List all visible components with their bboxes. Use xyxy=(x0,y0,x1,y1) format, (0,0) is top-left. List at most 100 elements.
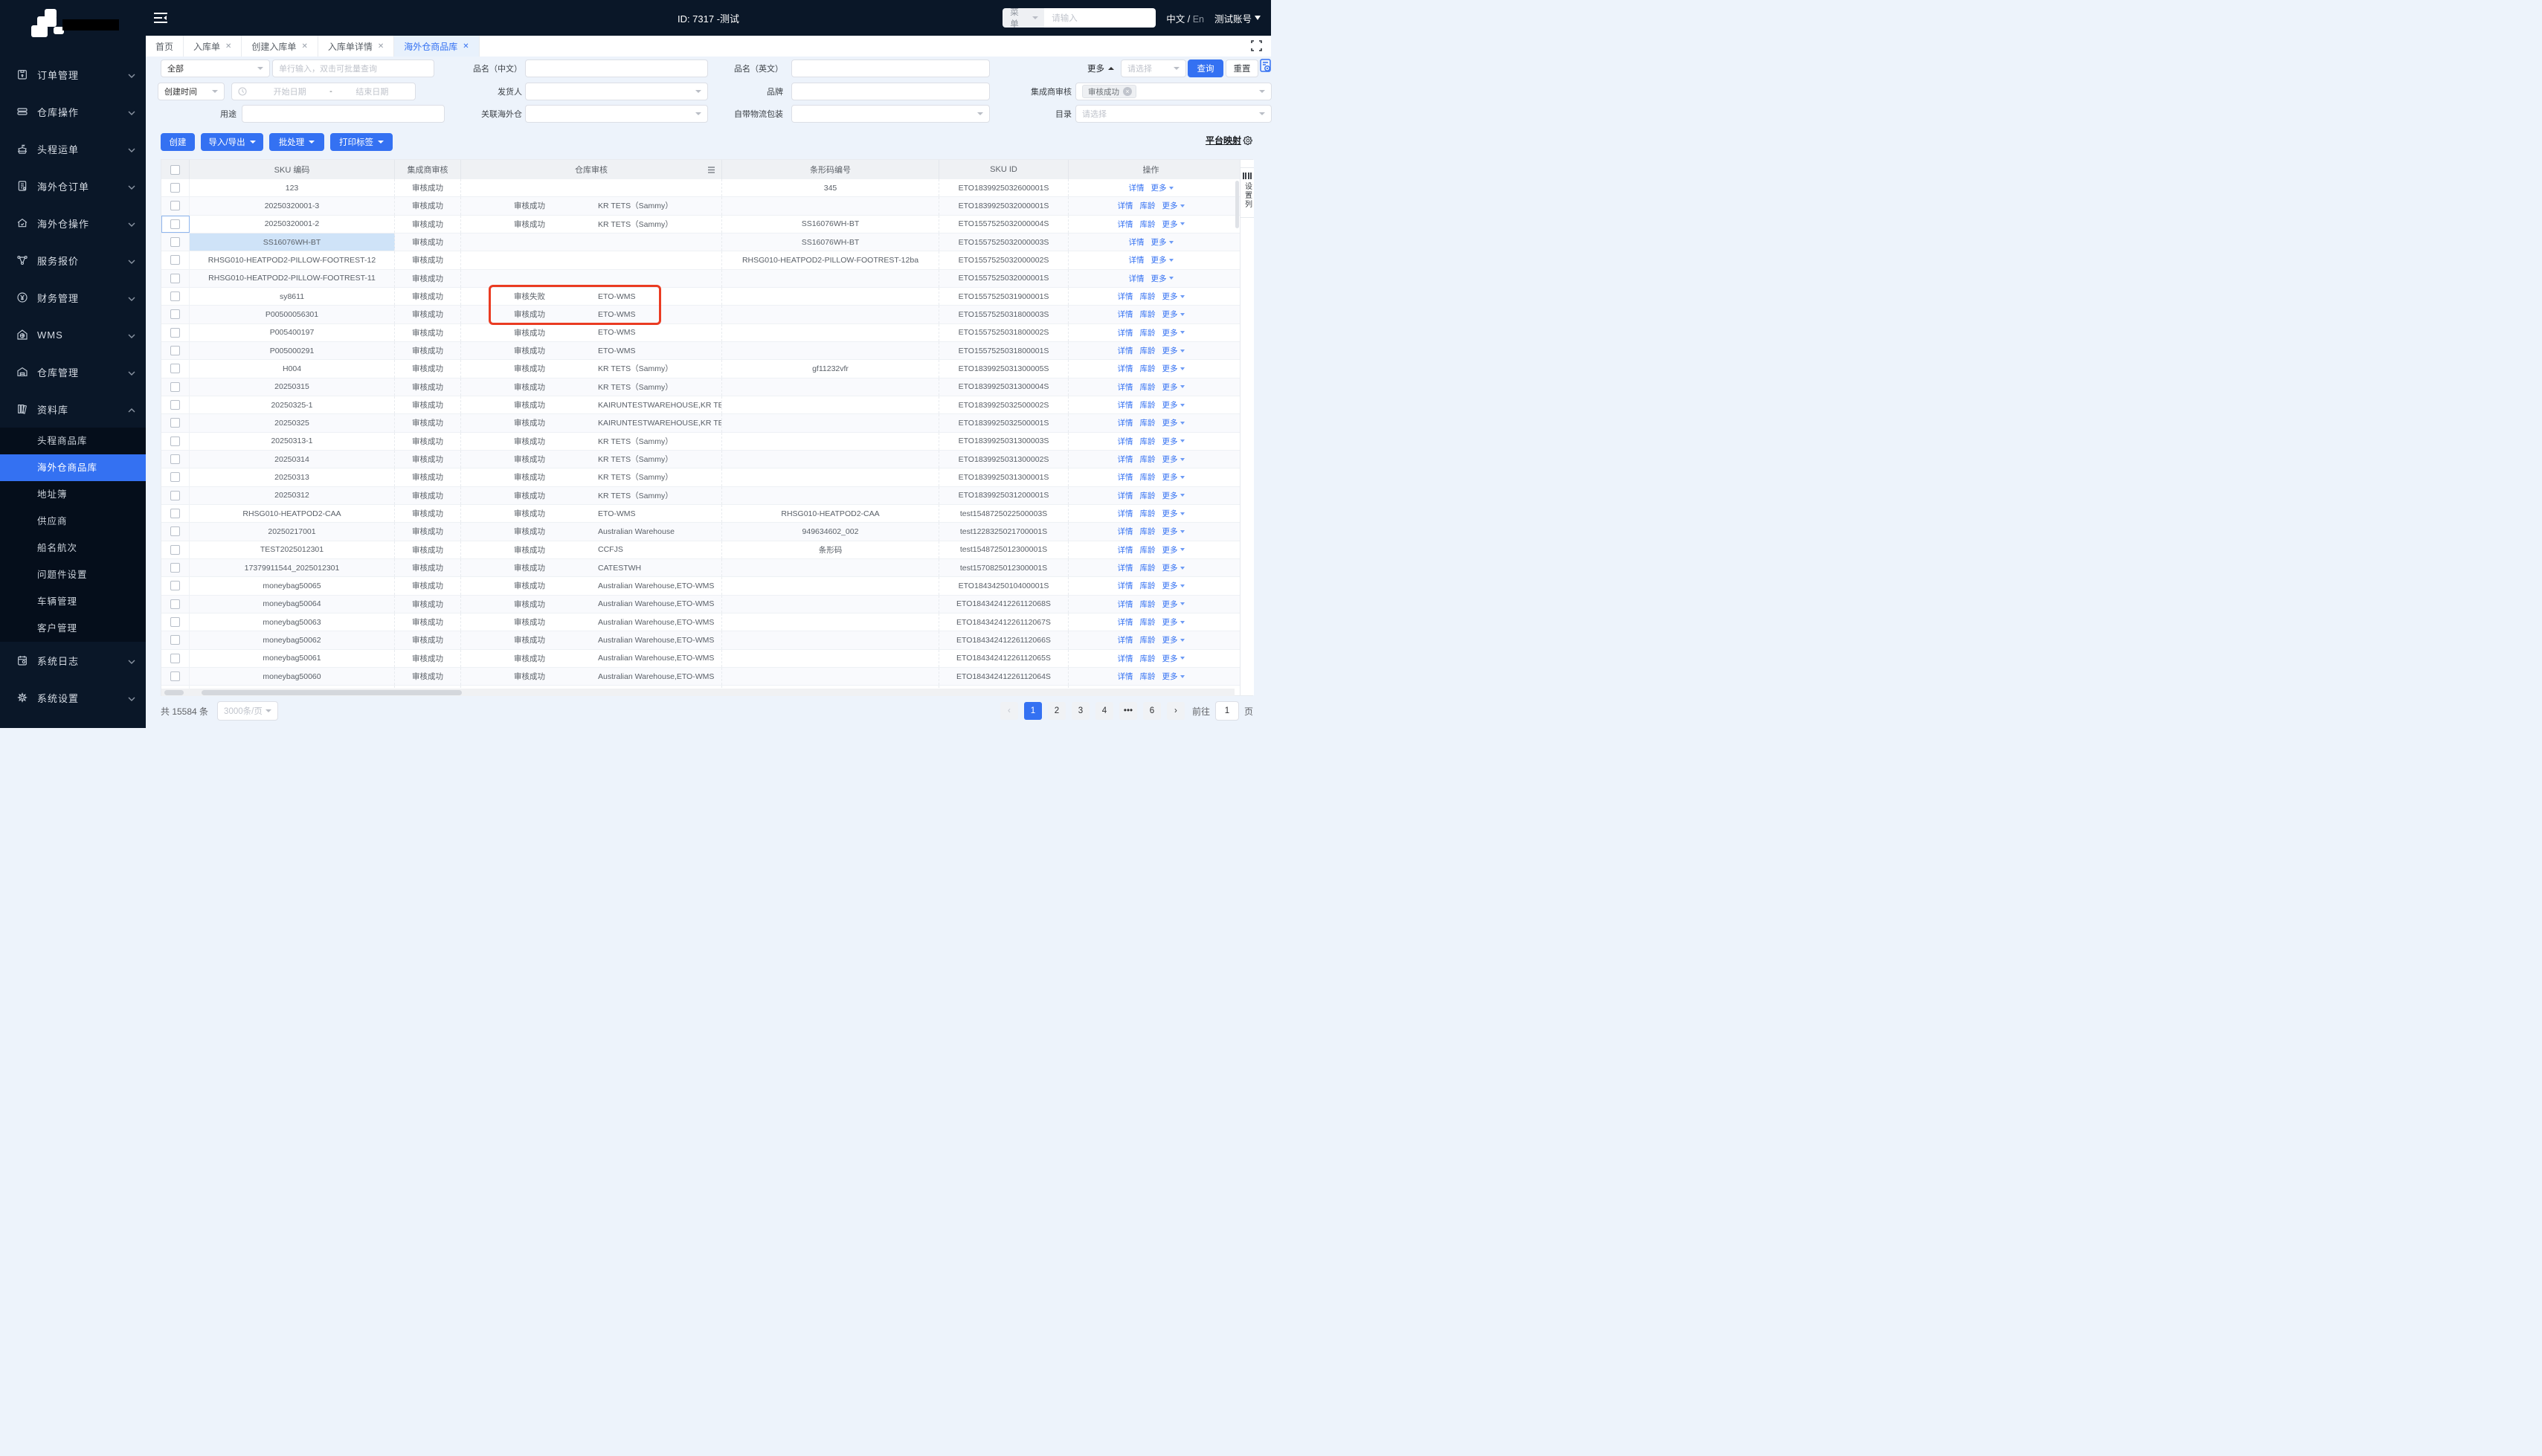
sku-code-cell[interactable]: SS16076WH-BT xyxy=(190,233,395,251)
page-button-6[interactable]: 6 xyxy=(1142,702,1161,720)
page-button-3[interactable]: 3 xyxy=(1071,702,1090,720)
sidebar-item-system-settings[interactable]: 系统设置 xyxy=(0,679,146,716)
sku-code-cell[interactable]: 20250314 xyxy=(190,450,395,468)
create-button[interactable]: 创建 xyxy=(161,133,195,151)
action-link-详情[interactable]: 详情 xyxy=(1118,345,1133,356)
language-switcher[interactable]: 中文 / En xyxy=(1166,11,1204,25)
action-link-更多[interactable]: 更多 xyxy=(1162,436,1185,447)
row-checkbox-cell[interactable] xyxy=(161,341,190,360)
tag-close-icon[interactable]: × xyxy=(1123,87,1132,96)
action-link-详情[interactable]: 详情 xyxy=(1118,417,1133,428)
action-link-详情[interactable]: 详情 xyxy=(1118,653,1133,664)
row-checkbox-cell[interactable] xyxy=(161,360,190,378)
action-link-更多[interactable]: 更多 xyxy=(1162,562,1185,573)
action-link-详情[interactable]: 详情 xyxy=(1118,381,1133,393)
action-link-详情[interactable]: 详情 xyxy=(1118,436,1133,447)
action-link-更多[interactable]: 更多 xyxy=(1162,526,1185,537)
date-range-input[interactable]: 开始日期 - 结束日期 xyxy=(231,83,416,100)
action-link-更多[interactable]: 更多 xyxy=(1162,291,1185,302)
action-link-详情[interactable]: 详情 xyxy=(1118,471,1133,483)
action-link-库龄[interactable]: 库龄 xyxy=(1140,634,1156,645)
reset-button[interactable]: 重置 xyxy=(1226,59,1258,77)
packaging-select[interactable] xyxy=(791,105,990,123)
action-link-更多[interactable]: 更多 xyxy=(1162,454,1185,465)
action-link-库龄[interactable]: 库龄 xyxy=(1140,616,1156,628)
sku-code-cell[interactable]: moneybag50063 xyxy=(190,613,395,631)
tab-close-icon[interactable]: ✕ xyxy=(301,42,307,51)
action-link-详情[interactable]: 详情 xyxy=(1118,200,1133,211)
action-link-更多[interactable]: 更多 xyxy=(1151,273,1174,284)
sku-code-cell[interactable]: P00500056301 xyxy=(190,306,395,323)
name-en-input[interactable] xyxy=(791,59,990,77)
sidebar-subitem[interactable]: 地址簿 xyxy=(0,481,146,508)
sku-code-cell[interactable]: moneybag50061 xyxy=(190,649,395,667)
name-cn-input[interactable] xyxy=(525,59,708,77)
brand-input[interactable] xyxy=(791,83,990,100)
page-ellipsis[interactable]: ••• xyxy=(1119,702,1137,720)
sidebar-subitem[interactable]: 客户管理 xyxy=(0,615,146,642)
action-link-更多[interactable]: 更多 xyxy=(1162,616,1185,628)
action-link-详情[interactable]: 详情 xyxy=(1118,580,1133,591)
sku-code-cell[interactable]: moneybag50064 xyxy=(190,595,395,613)
action-link-库龄[interactable]: 库龄 xyxy=(1140,562,1156,573)
page-button-4[interactable]: 4 xyxy=(1095,702,1113,720)
action-link-库龄[interactable]: 库龄 xyxy=(1140,327,1156,338)
select-all-checkbox[interactable] xyxy=(161,160,190,179)
row-checkbox-cell[interactable] xyxy=(161,577,190,595)
sidebar-subitem[interactable]: 海外仓商品库 xyxy=(0,454,146,481)
action-link-更多[interactable]: 更多 xyxy=(1162,653,1185,664)
platform-mapping-link[interactable]: 平台映射 xyxy=(1206,134,1253,146)
sidebar-subitem[interactable]: 船名航次 xyxy=(0,535,146,561)
row-checkbox-cell[interactable] xyxy=(161,396,190,414)
batch-process-button[interactable]: 批处理 xyxy=(269,133,324,151)
action-link-详情[interactable]: 详情 xyxy=(1129,182,1145,193)
sidebar-item-finance-management[interactable]: 财务管理 xyxy=(0,279,146,316)
action-link-更多[interactable]: 更多 xyxy=(1162,580,1185,591)
action-link-更多[interactable]: 更多 xyxy=(1151,236,1174,248)
action-link-更多[interactable]: 更多 xyxy=(1151,254,1174,265)
tab-创建入库单[interactable]: 创建入库单 ✕ xyxy=(242,36,318,57)
action-link-更多[interactable]: 更多 xyxy=(1162,544,1185,555)
row-checkbox-cell[interactable] xyxy=(161,414,190,432)
sku-code-cell[interactable]: 17379911544_2025012301 xyxy=(190,558,395,577)
action-link-更多[interactable]: 更多 xyxy=(1162,381,1185,393)
action-link-详情[interactable]: 详情 xyxy=(1118,291,1133,302)
action-link-详情[interactable]: 详情 xyxy=(1118,363,1133,374)
action-link-库龄[interactable]: 库龄 xyxy=(1140,345,1156,356)
search-scope-select[interactable]: 菜单 xyxy=(1003,8,1045,28)
action-link-库龄[interactable]: 库龄 xyxy=(1140,526,1156,537)
page-button-1[interactable]: 1 xyxy=(1023,702,1042,720)
next-page-button[interactable]: › xyxy=(1166,702,1185,720)
action-link-库龄[interactable]: 库龄 xyxy=(1140,436,1156,447)
sidebar-subitem[interactable]: 头程商品库 xyxy=(0,428,146,454)
action-link-库龄[interactable]: 库龄 xyxy=(1140,471,1156,483)
sidebar-item-first-leg-waybill[interactable]: 头程运单 xyxy=(0,130,146,167)
more-filters-toggle[interactable]: 更多 xyxy=(1087,59,1114,77)
search-type-select[interactable]: 全部 xyxy=(161,59,270,77)
horizontal-scrollbar[interactable] xyxy=(161,689,1235,696)
sku-code-cell[interactable]: H004 xyxy=(190,360,395,378)
account-menu[interactable]: 测试账号 xyxy=(1214,11,1261,25)
search-input[interactable]: 请输入 xyxy=(1044,8,1156,28)
action-link-详情[interactable]: 详情 xyxy=(1129,254,1145,265)
sku-code-cell[interactable]: 20250315 xyxy=(190,378,395,396)
row-checkbox-cell[interactable] xyxy=(161,450,190,468)
fullscreen-icon[interactable] xyxy=(1251,40,1262,51)
row-checkbox-cell[interactable] xyxy=(161,215,190,233)
action-link-库龄[interactable]: 库龄 xyxy=(1140,200,1156,211)
sku-code-cell[interactable]: moneybag50062 xyxy=(190,631,395,649)
action-link-更多[interactable]: 更多 xyxy=(1162,345,1185,356)
tab-close-icon[interactable]: ✕ xyxy=(225,42,231,51)
sidebar-item-overseas-warehouse-operation[interactable]: 海外仓操作 xyxy=(0,204,146,242)
action-link-库龄[interactable]: 库龄 xyxy=(1140,599,1156,610)
action-link-详情[interactable]: 详情 xyxy=(1118,616,1133,628)
sku-code-cell[interactable]: 20250325 xyxy=(190,414,395,432)
row-checkbox-cell[interactable] xyxy=(161,233,190,251)
action-link-详情[interactable]: 详情 xyxy=(1118,599,1133,610)
row-checkbox-cell[interactable] xyxy=(161,468,190,486)
row-checkbox-cell[interactable] xyxy=(161,595,190,613)
action-link-库龄[interactable]: 库龄 xyxy=(1140,381,1156,393)
action-link-库龄[interactable]: 库龄 xyxy=(1140,399,1156,410)
action-link-更多[interactable]: 更多 xyxy=(1162,327,1185,338)
row-checkbox-cell[interactable] xyxy=(161,558,190,577)
